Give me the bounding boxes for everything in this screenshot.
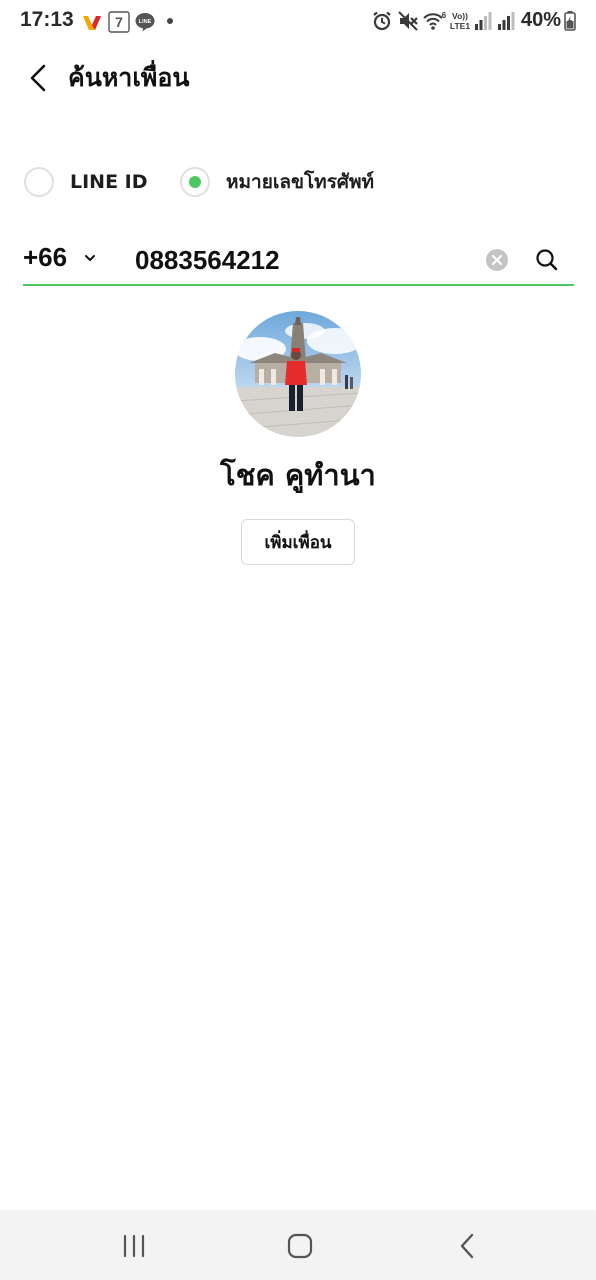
svg-text:6: 6 xyxy=(442,11,447,20)
svg-text:Vo)): Vo)) xyxy=(452,11,468,21)
phone-number-input[interactable] xyxy=(135,242,475,278)
back-arrow-icon[interactable] xyxy=(22,60,54,96)
radio-line-id-label: LINE ID xyxy=(70,171,148,193)
header-bar: ค้นหาเพื่อน xyxy=(0,50,596,106)
radio-line-id-circle[interactable] xyxy=(24,167,54,197)
system-nav-bar xyxy=(0,1210,596,1280)
mute-icon xyxy=(398,11,418,31)
profile-photo xyxy=(235,311,361,437)
result-user-name: โชค คูทำนา xyxy=(220,458,376,492)
alarm-icon xyxy=(373,11,391,31)
signal-icon xyxy=(475,12,492,30)
page-title: ค้นหาเพื่อน xyxy=(68,63,190,92)
line-chat-icon: LINE xyxy=(135,13,155,32)
home-icon[interactable] xyxy=(280,1230,320,1262)
profile-avatar[interactable] xyxy=(235,311,361,437)
status-time: 17:13 xyxy=(20,8,74,31)
country-code: +66 xyxy=(23,242,68,272)
wongnai-icon xyxy=(83,16,101,30)
radio-phone-number-circle[interactable] xyxy=(180,167,210,197)
clear-icon[interactable] xyxy=(485,248,509,272)
svg-text:LINE: LINE xyxy=(139,19,152,25)
svg-text:7: 7 xyxy=(115,14,123,30)
chevron-down-icon xyxy=(85,254,96,261)
radio-phone-number[interactable]: หมายเลขโทรศัพท์ xyxy=(180,164,374,200)
svg-text:LTE1: LTE1 xyxy=(450,21,470,31)
notification-dot xyxy=(167,18,173,24)
search-icon[interactable] xyxy=(533,246,561,274)
status-bar: 17:13 7 LINE 6 Vo)) LTE1 40% xyxy=(0,0,596,44)
country-code-selector[interactable]: +66 xyxy=(23,242,97,273)
wifi-icon: 6 xyxy=(423,11,447,30)
battery-percent: 40% xyxy=(521,9,562,31)
7-eleven-icon: 7 xyxy=(108,11,130,33)
volte-lte1-icon: Vo)) LTE1 xyxy=(450,11,470,31)
add-friend-button[interactable]: เพิ่มเพื่อน xyxy=(241,519,355,565)
recent-apps-icon[interactable] xyxy=(114,1230,154,1262)
nav-back-icon[interactable] xyxy=(448,1230,488,1262)
radio-phone-number-label: หมายเลขโทรศัพท์ xyxy=(226,171,375,193)
battery-icon xyxy=(564,11,576,31)
radio-line-id[interactable]: LINE ID xyxy=(24,164,148,200)
phone-search-field: +66 xyxy=(23,236,574,286)
find-friend-screen: 17:13 7 LINE 6 Vo)) LTE1 40% ค้นหาเพื่อน… xyxy=(0,0,596,1280)
signal-2-icon xyxy=(498,12,515,30)
search-type-selector: LINE ID หมายเลขโทรศัพท์ xyxy=(0,164,596,204)
